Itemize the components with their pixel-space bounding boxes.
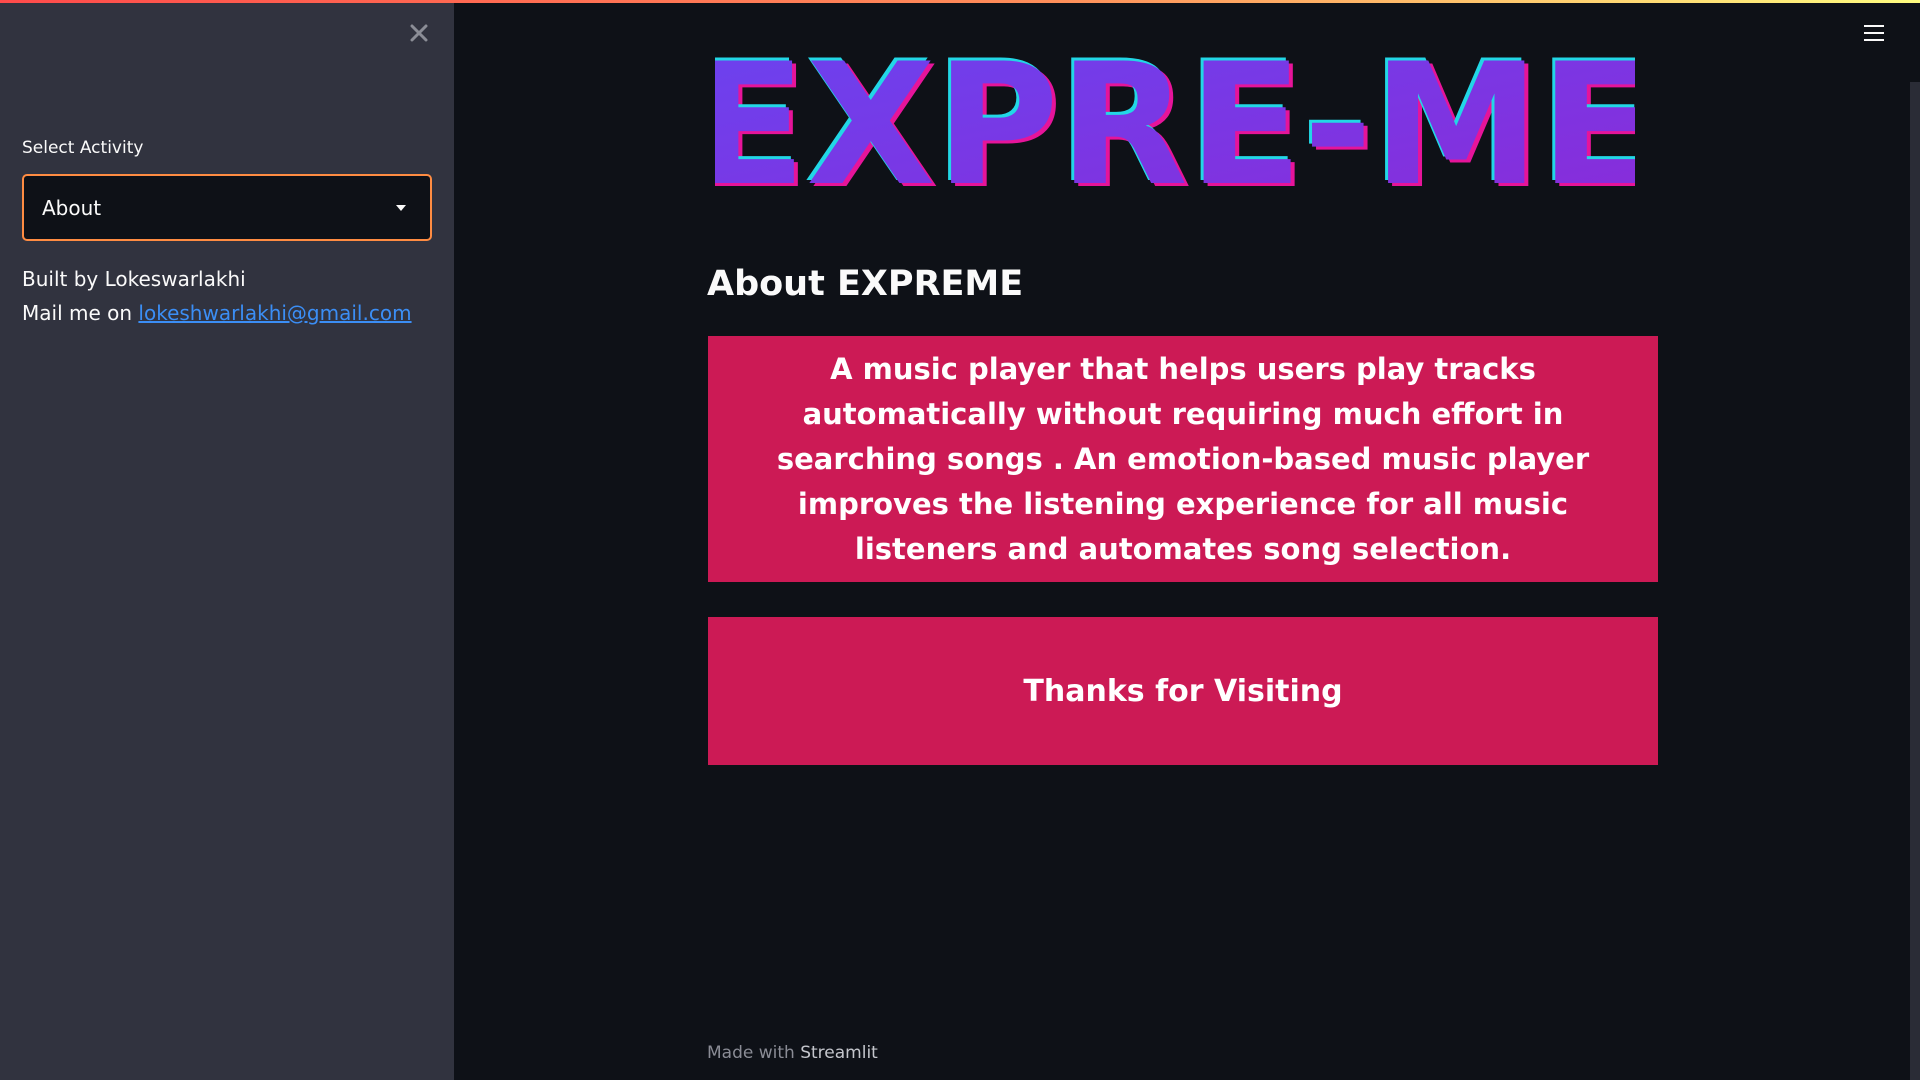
footer-made-with: Made with	[707, 1043, 795, 1063]
logo-wordmark: EXPRE-ME EXPRE-ME EXPRE-ME	[688, 24, 1658, 226]
close-sidebar-button[interactable]	[404, 18, 434, 48]
caret-down-icon	[396, 204, 406, 211]
footer-brand-link[interactable]: Streamlit	[800, 1043, 878, 1063]
scrollbar[interactable]	[1910, 82, 1920, 1080]
page-title: About EXPREME	[707, 264, 1024, 304]
expreme-logo: EXPRE-ME EXPRE-ME EXPRE-ME	[688, 24, 1658, 226]
top-decoration-stripe	[0, 0, 1920, 3]
mail-line: Mail me on lokeshwarlakhi@gmail.com	[22, 301, 412, 325]
activity-select[interactable]: About	[22, 174, 432, 241]
sidebar: Select Activity About Built by Lokeswarl…	[0, 0, 454, 1080]
logo-text: EXPRE-ME	[715, 50, 1635, 200]
mail-prefix: Mail me on	[22, 301, 133, 325]
thanks-card: Thanks for Visiting	[708, 617, 1658, 765]
about-description: A music player that helps users play tra…	[776, 351, 1590, 566]
activity-select-value: About	[42, 195, 102, 220]
hamburger-menu-button[interactable]	[1860, 20, 1888, 46]
email-link[interactable]: lokeshwarlakhi@gmail.com	[138, 301, 411, 325]
close-icon	[410, 24, 428, 42]
select-activity-label: Select Activity	[22, 138, 144, 158]
thanks-text: Thanks for Visiting	[1023, 673, 1343, 709]
footer: Made with Streamlit	[707, 1043, 878, 1063]
built-by-text: Built by Lokeswarlakhi	[22, 267, 246, 291]
hamburger-menu-icon	[1864, 25, 1884, 27]
about-card: A music player that helps users play tra…	[708, 336, 1658, 582]
